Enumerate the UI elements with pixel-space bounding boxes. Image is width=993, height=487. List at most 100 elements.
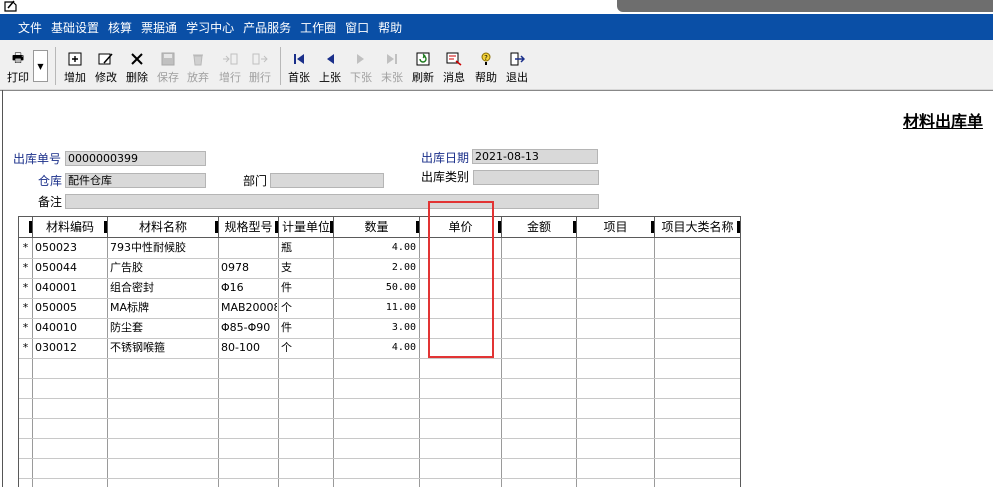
- discard-button[interactable]: 放弃: [184, 47, 212, 85]
- menu-accounting[interactable]: 核算: [108, 19, 132, 36]
- cell-qty[interactable]: 3.00: [335, 318, 416, 338]
- cell-code[interactable]: 050005: [35, 298, 105, 318]
- col-header-name[interactable]: 材料名称: [108, 217, 219, 237]
- grid-row-line: [19, 458, 740, 459]
- window-controls[interactable]: [617, 0, 993, 12]
- cell-code[interactable]: 050023: [35, 238, 105, 258]
- toolbar-separator: [55, 47, 56, 85]
- dept-field[interactable]: [270, 173, 384, 188]
- message-button[interactable]: 消息: [440, 47, 468, 85]
- col-header-amount[interactable]: 金额: [502, 217, 577, 237]
- remark-label: 备注: [38, 195, 63, 209]
- cell-spec[interactable]: MAB200083: [221, 298, 277, 318]
- print-button[interactable]: 🖶 打印: [4, 47, 32, 85]
- type-label: 出库类别: [421, 170, 470, 184]
- edit-label: 修改: [95, 71, 117, 84]
- menu-help[interactable]: 帮助: [378, 19, 402, 36]
- grid-header-marker: [19, 217, 33, 237]
- menu-work-circle[interactable]: 工作圈: [300, 19, 336, 36]
- last-button[interactable]: 末张: [378, 47, 406, 85]
- cell-code[interactable]: 040001: [35, 278, 105, 298]
- cell-name[interactable]: MA标牌: [110, 298, 216, 318]
- cell-unit[interactable]: 个: [281, 298, 331, 318]
- cell-name[interactable]: 793中性耐候胶: [110, 238, 216, 258]
- col-header-unit[interactable]: 计量单位: [279, 217, 334, 237]
- content-frame-left: [2, 90, 3, 487]
- delete-row-icon: [252, 51, 268, 67]
- cell-qty[interactable]: 4.00: [335, 338, 416, 358]
- menu-file[interactable]: 文件: [18, 19, 42, 36]
- exit-label: 退出: [506, 71, 528, 84]
- cell-spec[interactable]: Φ85-Φ90: [221, 318, 277, 338]
- first-button[interactable]: 首张: [285, 47, 313, 85]
- doc-no-label: 出库单号: [13, 152, 62, 166]
- cell-unit[interactable]: 个: [281, 338, 331, 358]
- cell-qty[interactable]: 50.00: [335, 278, 416, 298]
- row-marker: *: [22, 261, 29, 274]
- cell-spec[interactable]: 0978: [221, 258, 277, 278]
- col-header-project[interactable]: 项目: [577, 217, 655, 237]
- col-header-code[interactable]: 材料编码: [33, 217, 108, 237]
- save-button[interactable]: 保存: [154, 47, 182, 85]
- next-button[interactable]: 下张: [347, 47, 375, 85]
- app-icon: [4, 0, 17, 12]
- cell-name[interactable]: 防尘套: [110, 318, 216, 338]
- row-marker: *: [22, 281, 29, 294]
- menu-learning-center[interactable]: 学习中心: [186, 19, 234, 36]
- grid-column-line: [32, 238, 33, 487]
- help-button[interactable]: ? 帮助: [472, 47, 500, 85]
- col-header-spec[interactable]: 规格型号: [219, 217, 279, 237]
- dept-label: 部门: [243, 174, 268, 188]
- col-header-price[interactable]: 单价: [420, 217, 502, 237]
- cell-spec[interactable]: [221, 238, 277, 258]
- delete-icon: [129, 51, 145, 67]
- menu-window[interactable]: 窗口: [345, 19, 369, 36]
- delete-row-button[interactable]: 删行: [246, 47, 274, 85]
- refresh-button[interactable]: 刷新: [409, 47, 437, 85]
- menu-bill-pass[interactable]: 票据通: [141, 19, 177, 36]
- grid-column-line: [333, 238, 334, 487]
- cell-qty[interactable]: 2.00: [335, 258, 416, 278]
- cell-spec[interactable]: 80-100: [221, 338, 277, 358]
- menu-product-service[interactable]: 产品服务: [243, 19, 291, 36]
- col-header-project-category[interactable]: 项目大类名称: [655, 217, 740, 237]
- row-marker: *: [22, 321, 29, 334]
- cell-qty[interactable]: 11.00: [335, 298, 416, 318]
- chevron-down-icon: ▼: [37, 61, 44, 71]
- delete-button[interactable]: 删除: [123, 47, 151, 85]
- menu-basic-settings[interactable]: 基础设置: [51, 19, 99, 36]
- cell-unit[interactable]: 支: [281, 258, 331, 278]
- edit-button[interactable]: 修改: [92, 47, 120, 85]
- prev-button[interactable]: 上张: [316, 47, 344, 85]
- warehouse-field[interactable]: 配件仓库: [65, 173, 206, 188]
- discard-label: 放弃: [187, 71, 209, 84]
- print-dropdown-button[interactable]: ▼: [33, 50, 48, 82]
- grid-row-line: [19, 418, 740, 419]
- cell-code[interactable]: 040010: [35, 318, 105, 338]
- cell-name[interactable]: 不锈钢喉箍: [110, 338, 216, 358]
- cell-spec[interactable]: Φ16: [221, 278, 277, 298]
- date-field[interactable]: 2021-08-13: [472, 149, 598, 164]
- help-icon: ?: [478, 51, 494, 67]
- cell-code[interactable]: 030012: [35, 338, 105, 358]
- cell-unit[interactable]: 件: [281, 278, 331, 298]
- cell-name[interactable]: 组合密封: [110, 278, 216, 298]
- cell-name[interactable]: 广告胶: [110, 258, 216, 278]
- cell-code[interactable]: 050044: [35, 258, 105, 278]
- next-icon: [353, 51, 369, 67]
- cell-unit[interactable]: 件: [281, 318, 331, 338]
- doc-no-field[interactable]: 0000000399: [65, 151, 206, 166]
- detail-grid: 材料编码 材料名称 规格型号 计量单位 数量 单价 金额 项目 项目大类名称 *…: [18, 216, 741, 487]
- exit-button[interactable]: 退出: [503, 47, 531, 85]
- trash-icon: [190, 51, 206, 67]
- col-header-qty[interactable]: 数量: [334, 217, 420, 237]
- exit-icon: [509, 51, 525, 67]
- add-button[interactable]: 增加: [61, 47, 89, 85]
- cell-qty[interactable]: 4.00: [335, 238, 416, 258]
- cell-unit[interactable]: 瓶: [281, 238, 331, 258]
- grid-column-line: [278, 238, 279, 487]
- remark-field[interactable]: [65, 194, 599, 209]
- type-field[interactable]: [473, 170, 599, 185]
- add-row-button[interactable]: 增行: [216, 47, 244, 85]
- printer-icon: 🖶: [11, 51, 25, 66]
